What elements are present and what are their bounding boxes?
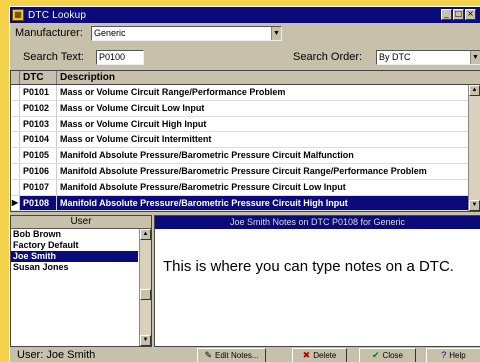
- table-row[interactable]: P0107 Manifold Absolute Pressure/Barometr…: [11, 179, 468, 196]
- current-row-arrow-icon: ▶: [11, 195, 20, 211]
- search-text-label: Search Text:: [23, 51, 84, 63]
- dtc-description: Manifold Absolute Pressure/Barometric Pr…: [60, 197, 348, 208]
- dtc-code: P0102: [20, 100, 57, 116]
- table-row-selected[interactable]: ▶ P0108 Manifold Absolute Pressure/Baromet…: [11, 195, 468, 212]
- status-bar: User: Joe Smith ✎ Edit Notes... ✖ Delete…: [10, 348, 480, 362]
- row-marker-header: [11, 71, 20, 84]
- row-marker: [11, 116, 20, 132]
- scroll-thumb[interactable]: [140, 289, 151, 300]
- close-button[interactable]: ✔ Close: [359, 348, 416, 362]
- table-row[interactable]: P0105 Manifold Absolute Pressure/Barometr…: [11, 148, 468, 164]
- table-row[interactable]: P0102 Mass or Volume Circuit Low Input: [11, 100, 468, 117]
- dtc-lookup-window: ▦ DTC Lookup _ □ × Manufacturer: Generic…: [9, 6, 480, 362]
- list-item[interactable]: Bob Brown: [11, 229, 138, 240]
- scroll-up-icon[interactable]: ▲: [140, 229, 151, 240]
- window-title: DTC Lookup: [28, 9, 87, 21]
- row-marker: [11, 163, 20, 179]
- current-user-status: User: Joe Smith: [17, 349, 96, 361]
- list-item[interactable]: Susan Jones: [11, 262, 138, 273]
- row-marker: [11, 100, 20, 116]
- notes-textarea[interactable]: This is where you can type notes on a DT…: [155, 229, 480, 278]
- edit-notes-label: Edit Notes...: [214, 351, 259, 360]
- dtc-code: P0103: [20, 116, 57, 132]
- search-text-value: P0100: [99, 52, 126, 62]
- dtc-description: Mass or Volume Circuit Range/Performance…: [60, 87, 286, 97]
- dtc-code: P0101: [20, 85, 57, 100]
- dtc-code: P0105: [20, 148, 57, 163]
- dtc-code: P0107: [20, 179, 57, 195]
- table-row[interactable]: P0104 Mass or Volume Circuit Intermittent: [11, 132, 468, 149]
- delete-button[interactable]: ✖ Delete: [292, 348, 347, 362]
- dtc-table-body: P0101 Mass or Volume Circuit Range/Perfor…: [11, 85, 468, 212]
- row-marker: [11, 179, 20, 195]
- column-header-dtc[interactable]: DTC: [20, 71, 57, 84]
- minimize-button[interactable]: _: [441, 9, 452, 20]
- scroll-up-icon[interactable]: ▲: [469, 85, 480, 96]
- chevron-down-icon[interactable]: ▼: [470, 51, 480, 64]
- delete-label: Delete: [313, 351, 337, 360]
- search-order-label: Search Order:: [293, 51, 363, 63]
- table-row[interactable]: P0103 Mass or Volume Circuit High Input: [11, 116, 468, 133]
- app-icon: ▦: [12, 9, 24, 21]
- dtc-description: Manifold Absolute Pressure/Barometric Pr…: [60, 150, 354, 161]
- help-button[interactable]: ? Help: [426, 348, 480, 362]
- dtc-table-scrollbar[interactable]: ▲ ▼: [468, 85, 480, 211]
- notes-header: Joe Smith Notes on DTC P0108 for Generic: [155, 216, 480, 229]
- dtc-description: Manifold Absolute Pressure/Barometric Pr…: [60, 181, 346, 192]
- dtc-description: Mass or Volume Circuit High Input: [60, 118, 207, 129]
- window-controls: _ □ ×: [441, 9, 476, 20]
- dtc-table: DTC Description P0101 Mass or Volume Circ…: [10, 70, 480, 212]
- help-label: Help: [449, 351, 466, 360]
- users-list-scrollbar[interactable]: ▲ ▼: [139, 229, 151, 346]
- dtc-description: Mass or Volume Circuit Intermittent: [60, 134, 212, 145]
- users-list-header: User: [11, 216, 151, 229]
- row-marker: [11, 85, 20, 100]
- close-window-button[interactable]: ×: [465, 9, 476, 20]
- search-text-input[interactable]: P0100: [96, 50, 144, 65]
- edit-notes-button[interactable]: ✎ Edit Notes...: [197, 348, 266, 362]
- scroll-down-icon[interactable]: ▼: [140, 335, 151, 346]
- dtc-description: Mass or Volume Circuit Low Input: [60, 102, 205, 113]
- row-marker: [11, 132, 20, 148]
- manufacturer-label: Manufacturer:: [15, 27, 83, 39]
- desktop-frame: ▦ DTC Lookup _ □ × Manufacturer: Generic…: [0, 0, 480, 362]
- manufacturer-value: Generic: [94, 28, 126, 38]
- column-header-description[interactable]: Description: [57, 71, 480, 84]
- list-item-selected[interactable]: Joe Smith: [11, 251, 138, 262]
- dtc-code: P0106: [20, 163, 57, 179]
- table-row[interactable]: P0106 Manifold Absolute Pressure/Barometr…: [11, 163, 468, 180]
- title-bar[interactable]: ▦ DTC Lookup _ □ ×: [10, 7, 480, 23]
- row-marker: [11, 148, 20, 163]
- edit-notes-icon: ✎: [204, 350, 212, 360]
- users-list: User Bob Brown Factory Default Joe Smith…: [10, 215, 152, 347]
- table-row[interactable]: P0101 Mass or Volume Circuit Range/Perfor…: [11, 85, 468, 101]
- manufacturer-select[interactable]: Generic ▼: [91, 26, 282, 41]
- delete-icon: ✖: [302, 350, 311, 360]
- chevron-down-icon[interactable]: ▼: [271, 27, 281, 40]
- dtc-code: P0108: [20, 195, 57, 211]
- search-order-value: By DTC: [379, 52, 411, 62]
- dtc-table-header: DTC Description: [11, 71, 480, 85]
- search-order-select[interactable]: By DTC ▼: [376, 50, 480, 65]
- question-mark-icon: ?: [441, 350, 447, 360]
- dtc-code: P0104: [20, 132, 57, 148]
- close-label: Close: [382, 351, 403, 360]
- scroll-down-icon[interactable]: ▼: [469, 200, 480, 211]
- notes-panel: Joe Smith Notes on DTC P0108 for Generic…: [154, 215, 480, 347]
- list-item[interactable]: Factory Default: [11, 240, 138, 251]
- checkmark-icon: ✔: [372, 350, 380, 360]
- dtc-description: Manifold Absolute Pressure/Barometric Pr…: [60, 165, 427, 176]
- maximize-button[interactable]: □: [453, 9, 464, 20]
